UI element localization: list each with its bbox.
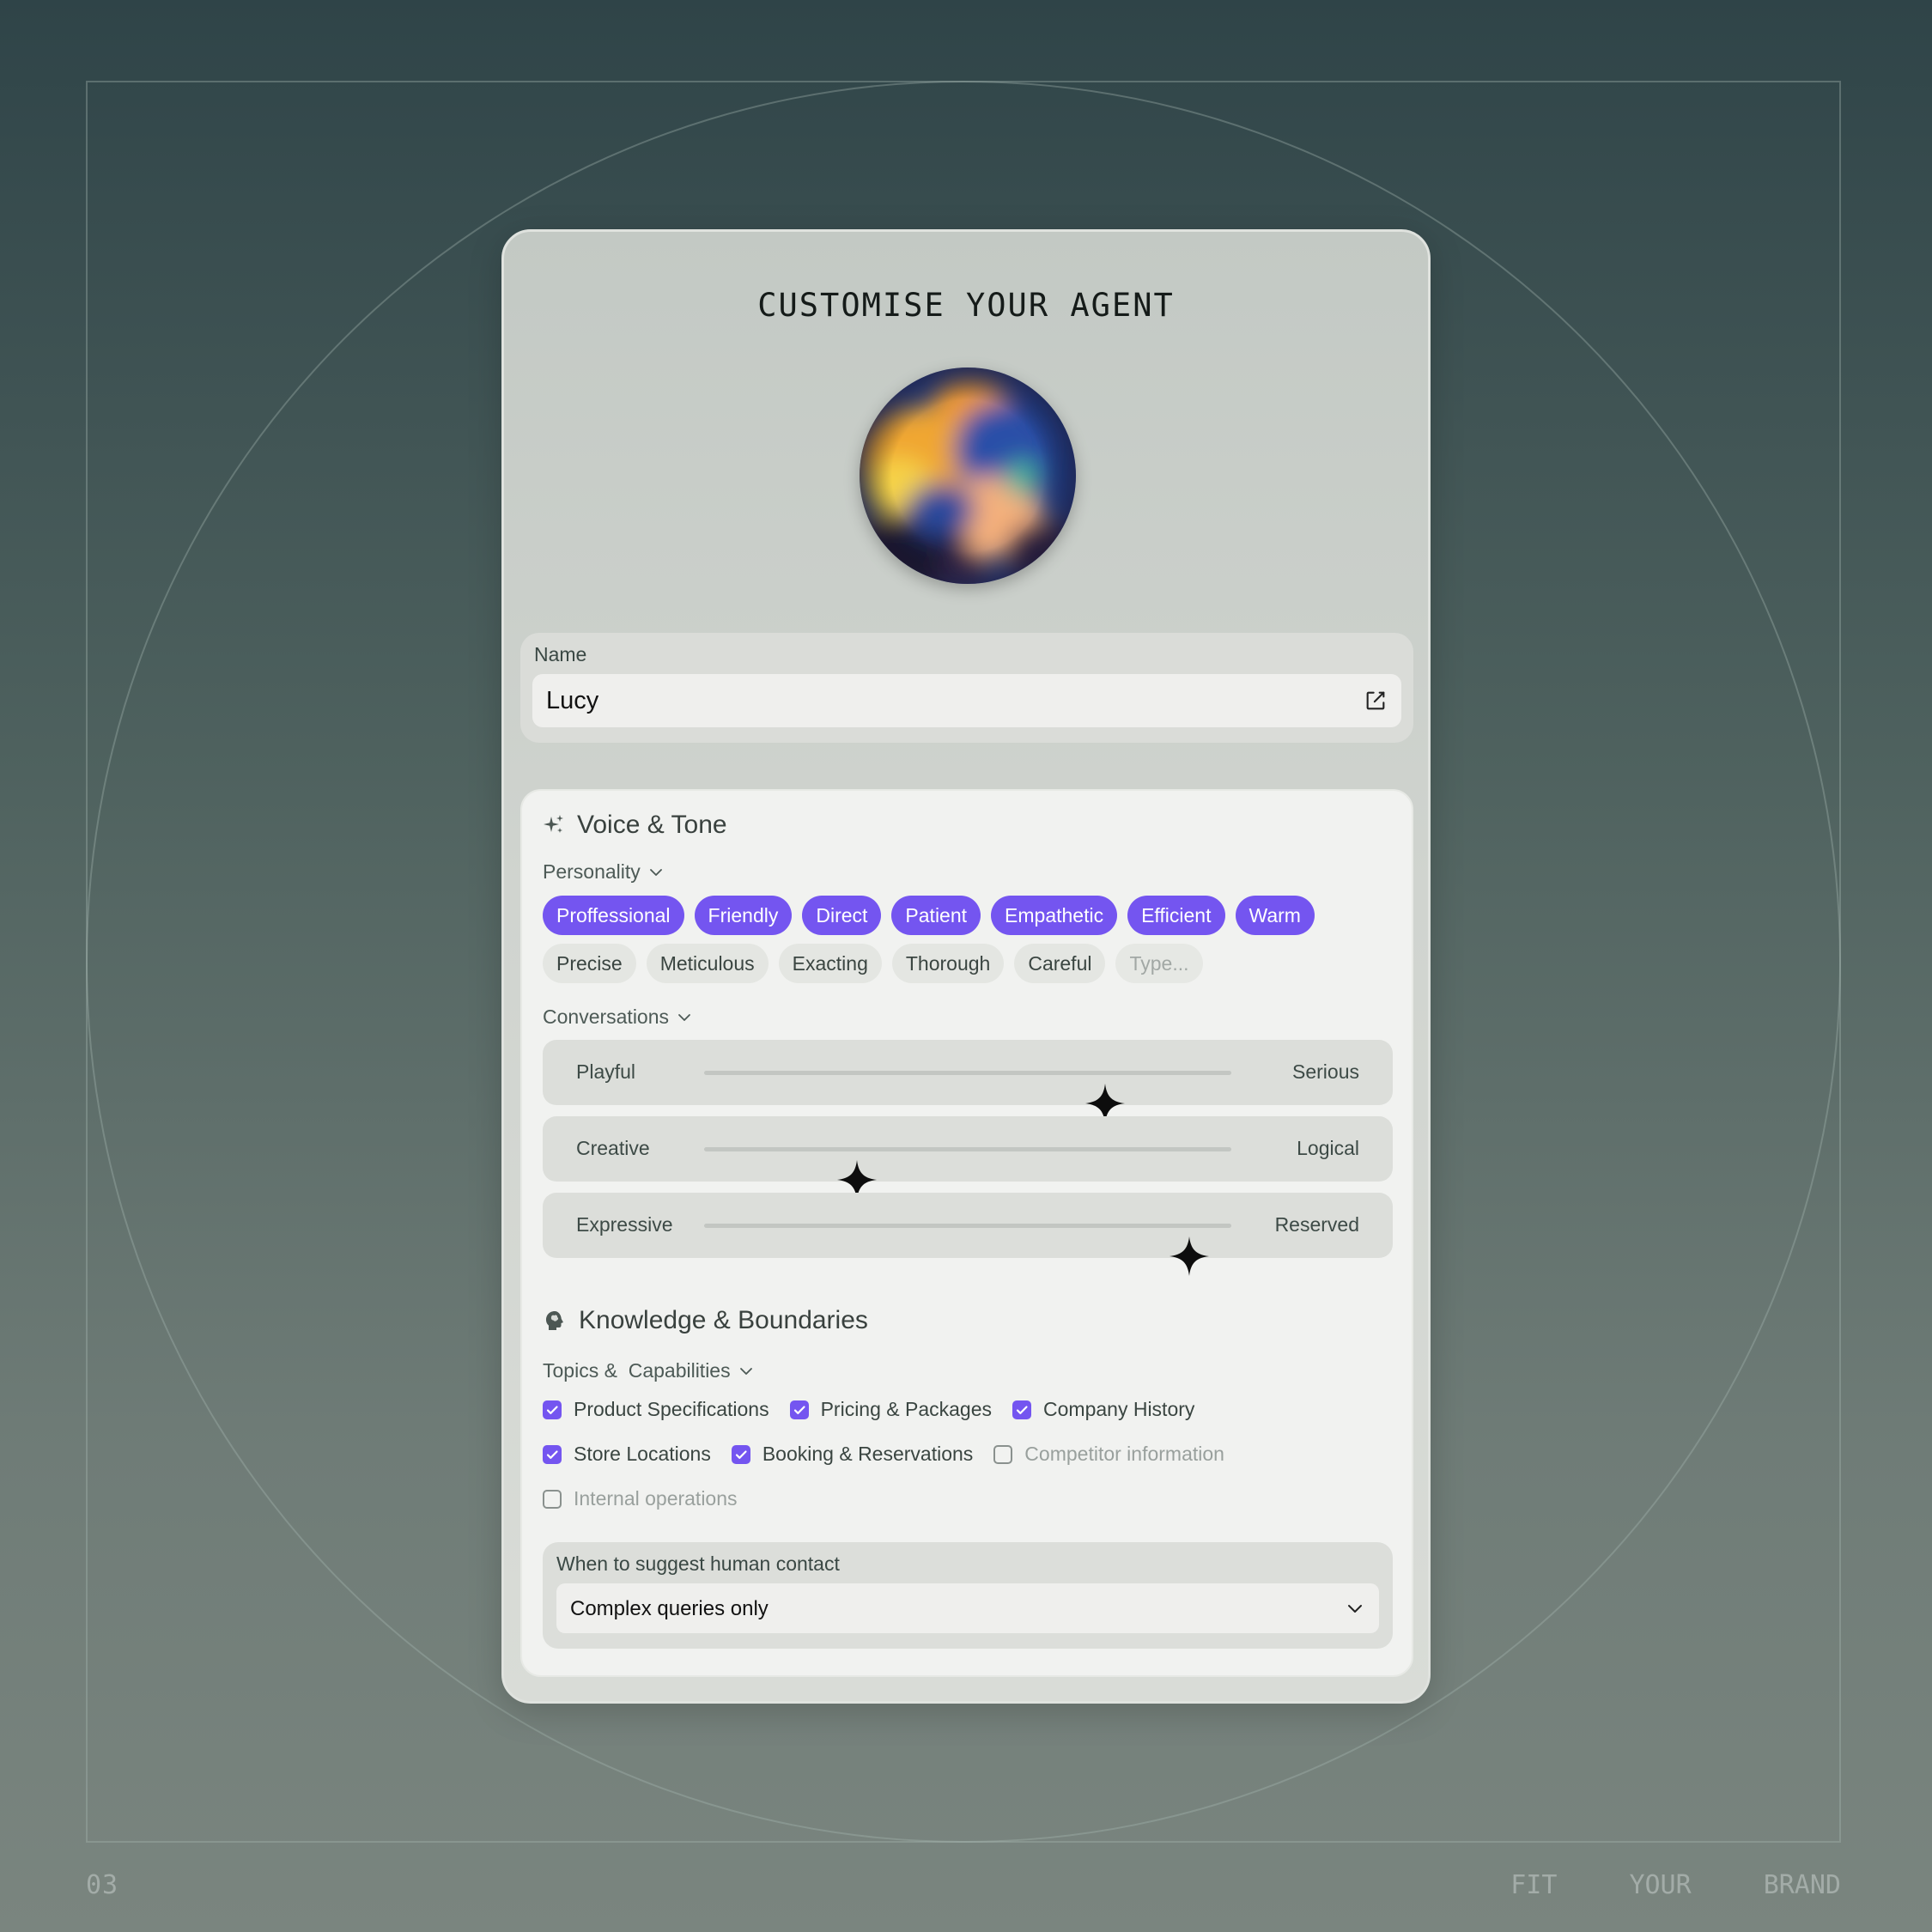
personality-chip[interactable]: Efficient	[1127, 896, 1225, 935]
settings-panel: Voice & Tone Personality Proffessional F…	[520, 789, 1413, 1677]
page-title: CUSTOMISE YOUR AGENT	[757, 287, 1175, 324]
checkbox-checked-icon[interactable]	[731, 1444, 750, 1464]
star-slider-thumb-icon[interactable]	[1168, 1235, 1211, 1278]
topics-checklist: Product Specifications Pricing & Package…	[543, 1394, 1224, 1528]
slider-track[interactable]	[704, 1224, 1231, 1276]
footer-tagline: FIT YOUR BRAND	[1510, 1870, 1841, 1900]
page-number: 03	[86, 1870, 119, 1900]
topic-label: Product Specifications	[574, 1398, 769, 1420]
personality-selected-chips: Proffessional Friendly Direct Patient Em…	[543, 896, 1315, 935]
checkbox-unchecked-icon[interactable]	[543, 1489, 562, 1509]
topic-label: Booking & Reservations	[762, 1443, 974, 1465]
sparkles-icon	[544, 815, 563, 833]
avatar-orb-image	[860, 368, 1076, 584]
slider-expressive-reserved: Expressive Reserved	[543, 1193, 1393, 1276]
name-field-group: Name Lucy	[520, 633, 1413, 743]
slider-playful-serious: Playful Serious	[543, 1040, 1393, 1123]
topic-label: Store Locations	[574, 1443, 711, 1465]
human-contact-value: Complex queries only	[570, 1597, 769, 1620]
brain-head-icon	[546, 1311, 563, 1330]
checkbox-unchecked-icon[interactable]	[993, 1444, 1013, 1464]
knowledge-heading: Knowledge & Boundaries	[543, 1306, 868, 1335]
knowledge-title: Knowledge & Boundaries	[579, 1306, 868, 1334]
voice-tone-title: Voice & Tone	[577, 811, 727, 839]
topics-label: Topics & Capabilities	[543, 1359, 731, 1382]
checkbox-checked-icon[interactable]	[543, 1444, 562, 1464]
personality-dropdown[interactable]: Personality	[543, 860, 665, 884]
personality-chip[interactable]: Proffessional	[543, 896, 684, 935]
checkbox-checked-icon[interactable]	[1012, 1400, 1032, 1419]
personality-chip[interactable]: Direct	[802, 896, 882, 935]
agent-customise-card: CUSTOMISE YOUR AGENT Name Lucy Voice & T…	[501, 229, 1431, 1704]
personality-chip[interactable]: Empathetic	[991, 896, 1118, 935]
name-input[interactable]: Lucy	[532, 674, 1401, 727]
topic-label: Competitor information	[1024, 1443, 1224, 1465]
topic-checkbox-internal-operations[interactable]: Internal operations	[543, 1487, 738, 1510]
topic-checkbox-product-specifications[interactable]: Product Specifications	[543, 1398, 769, 1421]
personality-chip[interactable]: Precise	[543, 944, 636, 983]
personality-chip[interactable]: Warm	[1235, 896, 1315, 935]
footer-word: BRAND	[1763, 1870, 1841, 1900]
human-contact-select[interactable]: Complex queries only	[556, 1583, 1379, 1633]
topic-checkbox-store-locations[interactable]: Store Locations	[543, 1443, 711, 1466]
topic-checkbox-pricing-packages[interactable]: Pricing & Packages	[789, 1398, 993, 1421]
slider-right-label: Logical	[1297, 1137, 1359, 1159]
human-contact-label: When to suggest human contact	[556, 1552, 840, 1575]
chevron-down-icon	[649, 868, 662, 876]
personality-chip[interactable]: Thorough	[891, 944, 1005, 983]
slider-track[interactable]	[704, 1071, 1231, 1123]
slider-track[interactable]	[704, 1147, 1231, 1200]
topic-label: Company History	[1043, 1398, 1195, 1420]
topics-dropdown[interactable]: Topics & Capabilities	[543, 1359, 755, 1382]
topic-label: Internal operations	[574, 1487, 738, 1510]
conversations-dropdown[interactable]: Conversations	[543, 1005, 693, 1029]
name-value: Lucy	[546, 687, 599, 714]
personality-chip[interactable]: Patient	[891, 896, 981, 935]
personality-suggested-chips: Precise Meticulous Exacting Thorough Car…	[543, 944, 1203, 983]
personality-chip[interactable]: Meticulous	[646, 944, 769, 983]
slider-left-label: Playful	[576, 1060, 636, 1083]
agent-avatar[interactable]	[860, 368, 1076, 584]
name-label: Name	[534, 643, 587, 665]
personality-label: Personality	[543, 860, 641, 883]
conversations-label: Conversations	[543, 1005, 670, 1028]
slider-left-label: Creative	[576, 1137, 650, 1159]
topic-checkbox-competitor-information[interactable]: Competitor information	[993, 1443, 1224, 1466]
human-contact-group: When to suggest human contact Complex qu…	[543, 1542, 1393, 1649]
topic-label: Pricing & Packages	[820, 1398, 993, 1420]
slider-right-label: Serious	[1292, 1060, 1359, 1083]
voice-tone-heading: Voice & Tone	[543, 811, 727, 840]
chevron-down-icon	[678, 1013, 690, 1021]
personality-type-input[interactable]: Type...	[1115, 944, 1203, 983]
slider-creative-logical: Creative Logical	[543, 1116, 1393, 1200]
personality-chip[interactable]: Exacting	[778, 944, 882, 983]
personality-chip[interactable]: Careful	[1014, 944, 1106, 983]
footer-word: FIT	[1510, 1870, 1558, 1900]
topic-checkbox-booking-reservations[interactable]: Booking & Reservations	[731, 1443, 974, 1466]
slider-right-label: Reserved	[1274, 1213, 1359, 1236]
edit-icon[interactable]	[1364, 689, 1388, 713]
chevron-down-icon	[1348, 1605, 1362, 1613]
footer-word: YOUR	[1629, 1870, 1692, 1900]
topic-checkbox-company-history[interactable]: Company History	[1012, 1398, 1194, 1421]
chevron-down-icon	[739, 1367, 752, 1375]
personality-chip[interactable]: Friendly	[694, 896, 793, 935]
slider-left-label: Expressive	[576, 1213, 673, 1236]
checkbox-checked-icon[interactable]	[789, 1400, 809, 1419]
checkbox-checked-icon[interactable]	[543, 1400, 562, 1419]
